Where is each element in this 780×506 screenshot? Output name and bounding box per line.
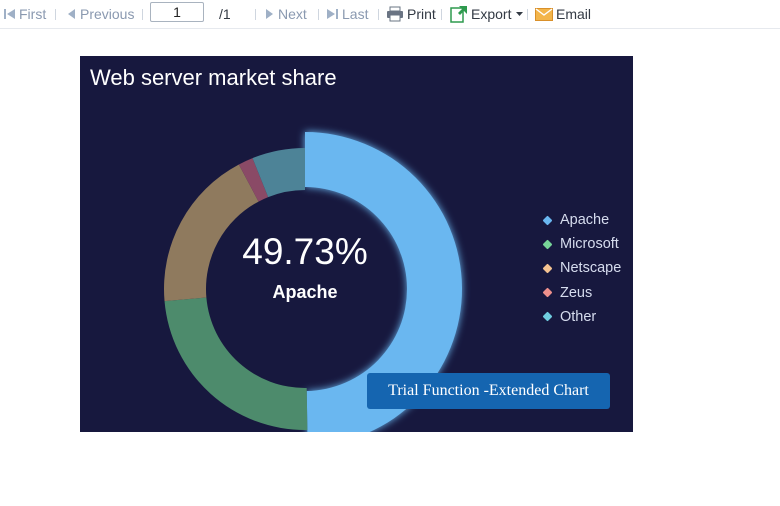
toolbar-separator bbox=[527, 9, 528, 20]
next-page-icon bbox=[266, 9, 273, 19]
legend-marker bbox=[542, 215, 553, 226]
printer-icon bbox=[387, 6, 403, 22]
legend-marker bbox=[542, 287, 553, 298]
envelope-icon bbox=[535, 7, 553, 21]
last-page-icon bbox=[327, 9, 338, 19]
legend-marker bbox=[542, 311, 553, 322]
toolbar-separator bbox=[255, 9, 256, 20]
first-page-icon bbox=[4, 9, 15, 19]
toolbar-separator bbox=[378, 9, 379, 20]
email-button[interactable]: Email bbox=[535, 0, 591, 28]
donut-slice-microsoft[interactable] bbox=[164, 297, 308, 430]
center-value: 49.73% bbox=[242, 231, 368, 272]
toolbar-separator bbox=[318, 9, 319, 20]
prev-page-icon bbox=[68, 9, 75, 19]
page-number-input[interactable] bbox=[150, 2, 204, 22]
next-page-button[interactable]: Next bbox=[264, 0, 307, 28]
legend-label: Microsoft bbox=[560, 236, 619, 253]
page-total: /1 bbox=[219, 6, 231, 22]
legend-item-other[interactable]: Other bbox=[541, 305, 621, 329]
export-icon bbox=[450, 6, 467, 23]
trial-watermark-badge: Trial Function -Extended Chart bbox=[367, 373, 610, 409]
print-label: Print bbox=[407, 6, 436, 22]
legend-label: Zeus bbox=[560, 284, 593, 301]
toolbar-separator bbox=[55, 9, 56, 20]
last-page-label: Last bbox=[342, 6, 369, 22]
legend-label: Netscape bbox=[560, 260, 622, 277]
toolbar-separator bbox=[142, 9, 143, 20]
legend-label: Apache bbox=[560, 212, 610, 229]
chart-panel: Web server market share 49.73% Apache Ap… bbox=[80, 56, 633, 432]
previous-page-button[interactable]: Previous bbox=[66, 0, 134, 28]
export-button[interactable]: Export bbox=[450, 0, 524, 28]
first-page-button[interactable]: First bbox=[3, 0, 46, 28]
legend-item-apache[interactable]: Apache bbox=[541, 208, 621, 232]
legend-item-microsoft[interactable]: Microsoft bbox=[541, 232, 621, 256]
toolbar-separator bbox=[441, 9, 442, 20]
center-label: Apache bbox=[272, 282, 338, 302]
last-page-button[interactable]: Last bbox=[326, 0, 368, 28]
first-page-label: First bbox=[19, 6, 47, 22]
report-toolbar: First Previous /1 Next Last Print bbox=[0, 0, 780, 29]
previous-page-label: Previous bbox=[80, 6, 135, 22]
legend-marker bbox=[542, 239, 553, 250]
chart-legend: Apache Microsoft Netscape Zeus Other bbox=[541, 208, 621, 329]
legend-label: Other bbox=[560, 308, 597, 325]
print-button[interactable]: Print bbox=[386, 0, 436, 28]
caret-down-icon bbox=[516, 12, 524, 16]
legend-marker bbox=[542, 263, 553, 274]
export-label: Export bbox=[471, 6, 512, 22]
email-label: Email bbox=[556, 6, 592, 22]
legend-item-zeus[interactable]: Zeus bbox=[541, 281, 621, 305]
legend-item-netscape[interactable]: Netscape bbox=[541, 256, 621, 280]
next-page-label: Next bbox=[278, 6, 307, 22]
